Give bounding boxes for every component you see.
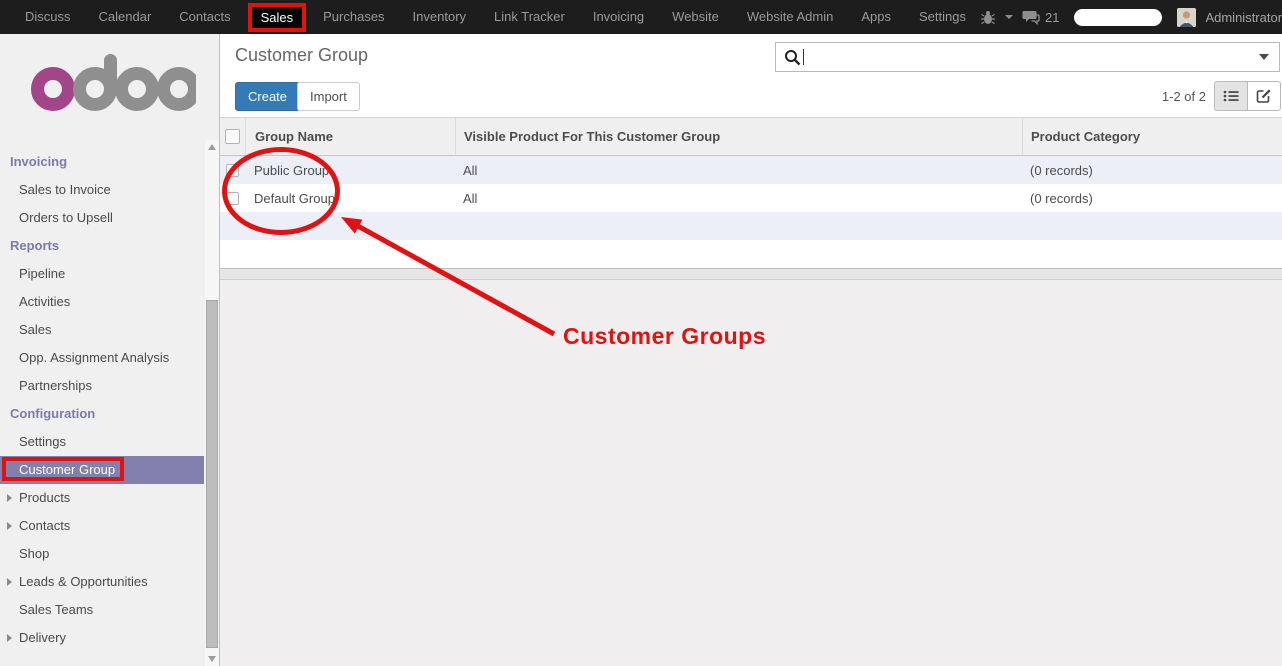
cell-group-name: Default Group xyxy=(245,191,455,206)
user-avatar[interactable] xyxy=(1177,8,1196,27)
sidebar-scrollbar[interactable] xyxy=(205,140,219,666)
topbar-status-area: 21 Administrator (braintree) xyxy=(980,8,1282,27)
table-row[interactable]: Public Group All (0 records) xyxy=(220,156,1282,184)
column-header-visible-product[interactable]: Visible Product For This Customer Group xyxy=(455,118,1022,155)
control-panel: Customer Group Create Import 1-2 of 2 xyxy=(220,34,1282,118)
form-view-button[interactable] xyxy=(1247,81,1281,111)
nav-item-settings[interactable]: Settings xyxy=(905,0,980,34)
sidebar-item-orders-to-upsell[interactable]: Orders to Upsell xyxy=(0,204,204,232)
column-header-product-category[interactable]: Product Category xyxy=(1022,118,1282,155)
magnifier-icon xyxy=(784,49,801,66)
chevron-right-icon xyxy=(7,634,12,642)
current-user-label[interactable]: Administrator (braintree) xyxy=(1205,10,1282,25)
sidebar-item-sales-teams[interactable]: Sales Teams xyxy=(0,596,204,624)
sidebar-section-reports: Reports xyxy=(0,232,204,260)
sidebar-item-label: Leads & Opportunities xyxy=(19,574,148,589)
scroll-down-icon[interactable] xyxy=(208,656,216,662)
chat-bubbles-icon[interactable] xyxy=(1022,9,1040,25)
row-checkbox[interactable] xyxy=(226,192,239,205)
table-header-row: Group Name Visible Product For This Cust… xyxy=(220,118,1282,156)
caret-down-icon[interactable] xyxy=(1005,15,1013,19)
empty-row xyxy=(220,240,1282,268)
search-options-caret-icon[interactable] xyxy=(1259,54,1269,60)
nav-item-calendar[interactable]: Calendar xyxy=(85,0,166,34)
search-box xyxy=(775,42,1280,72)
page-title: Customer Group xyxy=(235,45,368,66)
list-icon xyxy=(1223,89,1239,103)
nav-item-contacts[interactable]: Contacts xyxy=(165,0,244,34)
sidebar-item-delivery[interactable]: Delivery xyxy=(0,624,204,652)
sidebar-item-label: Contacts xyxy=(19,518,70,533)
column-header-group-name[interactable]: Group Name xyxy=(245,118,455,155)
scroll-up-icon[interactable] xyxy=(208,144,216,150)
cell-visible-product: All xyxy=(455,191,1022,206)
import-button[interactable]: Import xyxy=(297,82,360,111)
scrollbar-thumb[interactable] xyxy=(206,300,218,648)
chevron-right-icon xyxy=(7,494,12,502)
table-row[interactable]: Default Group All (0 records) xyxy=(220,184,1282,212)
pager-label: 1-2 of 2 xyxy=(1162,89,1206,104)
create-button[interactable]: Create xyxy=(235,82,300,111)
sidebar: Invoicing Sales to Invoice Orders to Ups… xyxy=(0,34,220,666)
cell-product-category: (0 records) xyxy=(1022,163,1282,178)
select-all-checkbox[interactable] xyxy=(225,129,240,144)
message-count-badge[interactable]: 21 xyxy=(1045,10,1059,25)
chevron-right-icon xyxy=(7,522,12,530)
search-input[interactable] xyxy=(804,43,1259,71)
sidebar-item-contacts[interactable]: Contacts xyxy=(0,512,204,540)
nav-item-invoicing[interactable]: Invoicing xyxy=(579,0,658,34)
sidebar-item-products[interactable]: Products xyxy=(0,484,204,512)
sidebar-item-sales-to-invoice[interactable]: Sales to Invoice xyxy=(0,176,204,204)
sidebar-item-shop[interactable]: Shop xyxy=(0,540,204,568)
annotation-label: Customer Groups xyxy=(563,323,766,350)
sidebar-section-invoicing: Invoicing xyxy=(0,148,204,176)
cell-visible-product: All xyxy=(455,163,1022,178)
sidebar-item-activities[interactable]: Activities xyxy=(0,288,204,316)
sidebar-item-leads-opportunities[interactable]: Leads & Opportunities xyxy=(0,568,204,596)
nav-item-website[interactable]: Website xyxy=(658,0,733,34)
nav-item-apps[interactable]: Apps xyxy=(847,0,905,34)
nav-item-discuss[interactable]: Discuss xyxy=(11,0,85,34)
edit-square-icon xyxy=(1256,88,1272,104)
sidebar-item-sales[interactable]: Sales xyxy=(0,316,204,344)
odoo-logo xyxy=(26,52,196,117)
list-view-button[interactable] xyxy=(1214,81,1248,111)
sidebar-item-partnerships[interactable]: Partnerships xyxy=(0,372,204,400)
sidebar-item-label: Delivery xyxy=(19,630,66,645)
nav-item-website-admin[interactable]: Website Admin xyxy=(733,0,847,34)
bug-icon[interactable] xyxy=(980,9,996,25)
row-checkbox[interactable] xyxy=(226,164,239,177)
nav-item-link-tracker[interactable]: Link Tracker xyxy=(480,0,579,34)
cell-product-category: (0 records) xyxy=(1022,191,1282,206)
table-footer-strip xyxy=(220,268,1282,280)
top-navigation-bar: Discuss Calendar Contacts Sales Purchase… xyxy=(0,0,1282,34)
customer-group-list: Group Name Visible Product For This Cust… xyxy=(220,118,1282,280)
sidebar-menu: Invoicing Sales to Invoice Orders to Ups… xyxy=(0,148,204,652)
chevron-right-icon xyxy=(7,578,12,586)
cell-group-name: Public Group xyxy=(245,163,455,178)
sidebar-item-pipeline[interactable]: Pipeline xyxy=(0,260,204,288)
pager-and-view-switcher: 1-2 of 2 xyxy=(1162,81,1281,111)
sidebar-item-label: Products xyxy=(19,490,70,505)
sidebar-item-opp-assignment-analysis[interactable]: Opp. Assignment Analysis xyxy=(0,344,204,372)
nav-item-sales[interactable]: Sales xyxy=(248,3,307,32)
nav-item-purchases[interactable]: Purchases xyxy=(309,0,398,34)
nav-item-inventory[interactable]: Inventory xyxy=(399,0,480,34)
progress-indicator xyxy=(1074,9,1162,26)
sidebar-section-configuration: Configuration xyxy=(0,400,204,428)
app-menu: Discuss Calendar Contacts Sales Purchase… xyxy=(11,0,980,34)
empty-row xyxy=(220,212,1282,240)
sidebar-item-customer-group[interactable]: Customer Group xyxy=(0,456,204,484)
sidebar-item-settings[interactable]: Settings xyxy=(0,428,204,456)
